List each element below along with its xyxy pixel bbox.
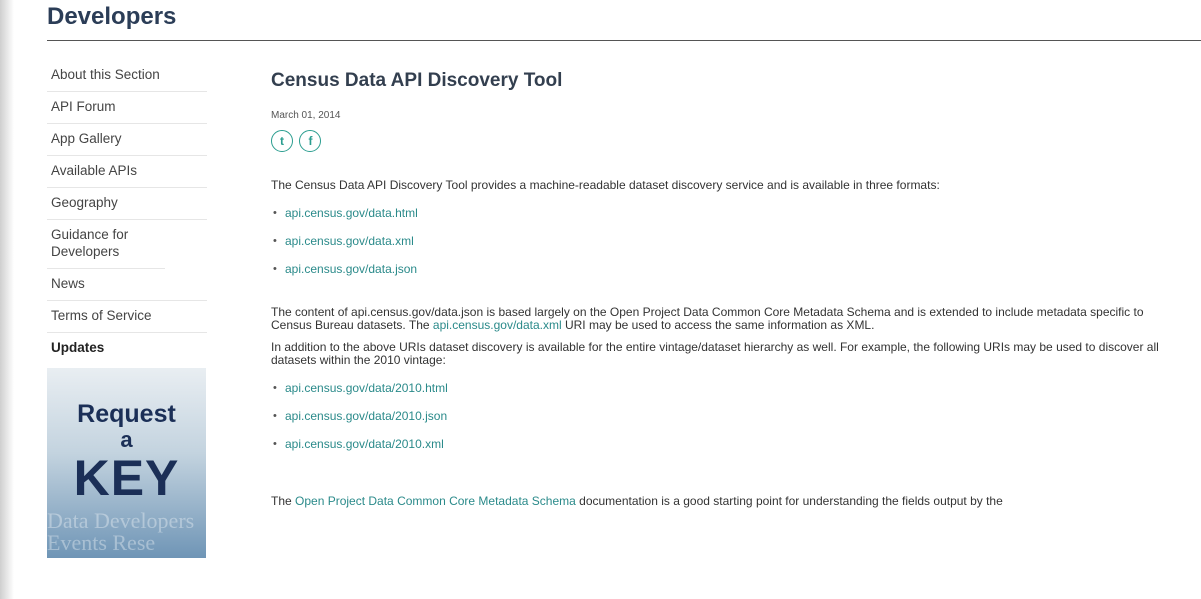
list-item: api.census.gov/data.html [273,206,1171,221]
vintage-paragraph: In addition to the above URIs dataset di… [271,340,1159,367]
publish-date: March 01, 2014 [271,110,341,121]
request-key-banner[interactable]: Data Developers Events Rese Request a KE… [47,368,206,558]
format-links-list: api.census.gov/data.html api.census.gov/… [271,206,1171,277]
sidebar-item-available-apis[interactable]: Available APIs [47,156,207,188]
link-2010-xml[interactable]: api.census.gov/data/2010.xml [285,437,444,451]
vintage-links-list: api.census.gov/data/2010.html api.census… [271,381,1171,452]
intro-paragraph: The Census Data API Discovery Tool provi… [271,178,940,192]
list-item: api.census.gov/data.xml [273,234,1171,249]
link-data-json[interactable]: api.census.gov/data.json [285,262,417,276]
sidebar-item-news[interactable]: News [47,269,207,301]
link-inline-data-xml[interactable]: api.census.gov/data.xml [433,318,562,332]
facebook-icon[interactable]: f [299,130,322,152]
header-divider [47,40,1201,41]
left-edge-shadow [0,0,14,599]
page-header-title: Developers [47,3,177,30]
promo-background-text: Data Developers Events Rese [47,508,195,555]
sidebar-nav: About this Section API Forum App Gallery… [47,60,207,558]
main-content: Census Data API Discovery Tool March 01,… [271,70,1171,508]
link-2010-json[interactable]: api.census.gov/data/2010.json [285,409,447,423]
link-schema-docs[interactable]: Open Project Data Common Core Metadata S… [295,494,576,508]
list-item: api.census.gov/data/2010.html [273,381,1171,396]
article-title: Census Data API Discovery Tool [271,70,563,91]
sidebar-item-guidance[interactable]: Guidance for Developers [47,220,165,269]
list-item: api.census.gov/data.json [273,262,1171,277]
share-buttons: t f [271,130,1171,152]
sidebar-item-about[interactable]: About this Section [47,60,207,92]
sidebar-item-updates[interactable]: Updates [47,333,207,364]
promo-line-request: Request [77,400,176,428]
link-data-xml[interactable]: api.census.gov/data.xml [285,234,414,248]
sidebar-item-api-forum[interactable]: API Forum [47,92,207,124]
schema-paragraph: The Open Project Data Common Core Metada… [271,495,1171,508]
link-2010-html[interactable]: api.census.gov/data/2010.html [285,381,448,395]
sidebar-item-app-gallery[interactable]: App Gallery [47,124,207,156]
sidebar-item-geography[interactable]: Geography [47,188,207,220]
list-item: api.census.gov/data/2010.json [273,409,1171,424]
schema-text-after: documentation is a good starting point f… [575,494,1003,508]
link-data-html[interactable]: api.census.gov/data.html [285,206,418,220]
twitter-icon[interactable]: t [271,130,293,152]
content-paragraph: The content of api.census.gov/data.json … [271,306,1171,332]
content-text-after: URI may be used to access the same infor… [561,318,875,332]
sidebar-item-terms[interactable]: Terms of Service [47,301,207,333]
promo-heading: Request a KEY [47,400,206,506]
promo-line-key: KEY [73,450,180,506]
promo-line-a: a [120,427,133,452]
list-item: api.census.gov/data/2010.xml [273,437,1171,452]
schema-text-before: The [271,494,296,508]
